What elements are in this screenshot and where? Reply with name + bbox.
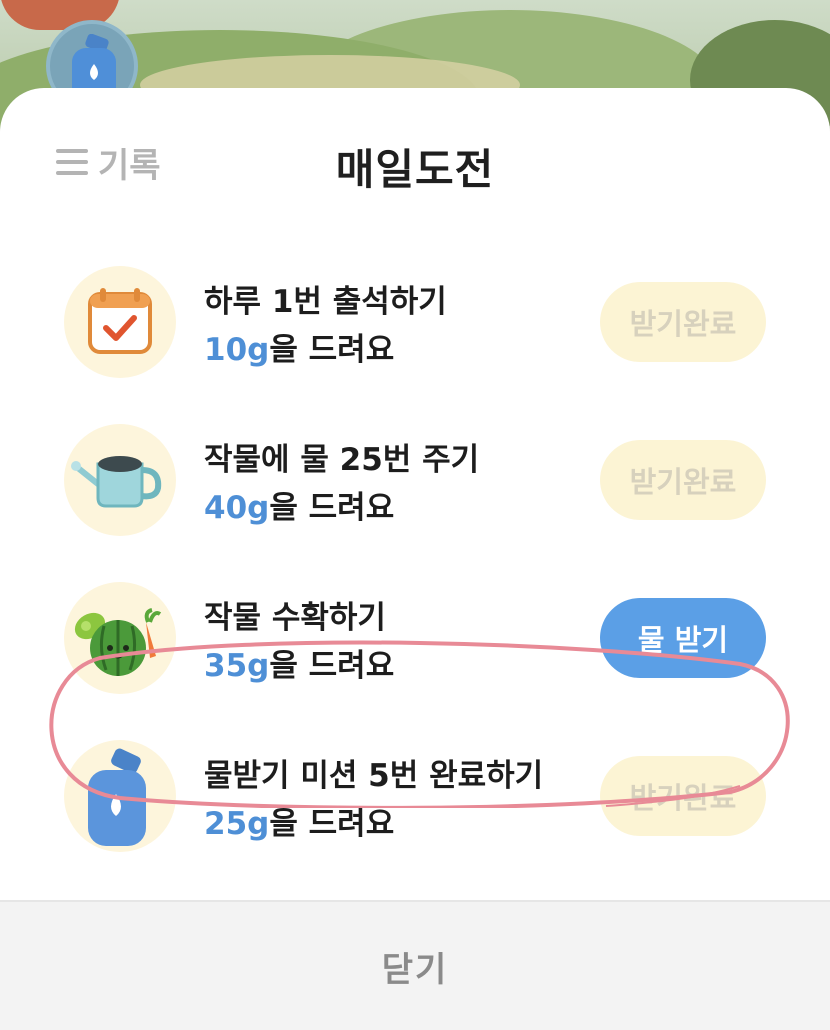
task-icon-container xyxy=(64,424,176,536)
task-title: 작물 수확하기 xyxy=(204,600,386,636)
task-row-watering: 작물에 물 25번 주기 40g을 드려요 받기완료 xyxy=(0,424,830,544)
task-row-attendance: 하루 1번 출석하기 10g을 드려요 받기완료 xyxy=(0,266,830,386)
sheet-footer: 닫기 xyxy=(0,900,830,1030)
calendar-icon xyxy=(88,288,152,354)
claimed-button[interactable]: 받기완료 xyxy=(600,282,766,362)
close-button[interactable]: 닫기 xyxy=(382,942,449,991)
task-title: 하루 1번 출석하기 xyxy=(204,284,447,320)
reward-amount: 25g xyxy=(204,806,270,842)
task-icon-container xyxy=(64,266,176,378)
watering-can-icon xyxy=(71,456,162,508)
task-title: 작물에 물 25번 주기 xyxy=(204,442,480,478)
reward-suffix: 을 드려요 xyxy=(269,806,395,842)
reward-amount: 40g xyxy=(204,490,270,526)
page-title: 매일도전 xyxy=(335,145,495,194)
daily-challenge-sheet: 기록 매일도전 하루 1번 출석하기 10g을 드려요 받기완료 작물에 물 2… xyxy=(0,88,830,1030)
task-reward: 10g을 드려요 xyxy=(204,324,394,369)
reward-suffix: 을 드려요 xyxy=(269,490,395,526)
reward-amount: 10g xyxy=(204,332,270,368)
sheet-header: 기록 매일도전 xyxy=(0,88,830,238)
task-reward: 40g을 드려요 xyxy=(204,482,394,527)
highlight-annotation xyxy=(49,640,790,808)
reward-suffix: 을 드려요 xyxy=(269,332,395,368)
claimed-button[interactable]: 받기완료 xyxy=(600,440,766,520)
